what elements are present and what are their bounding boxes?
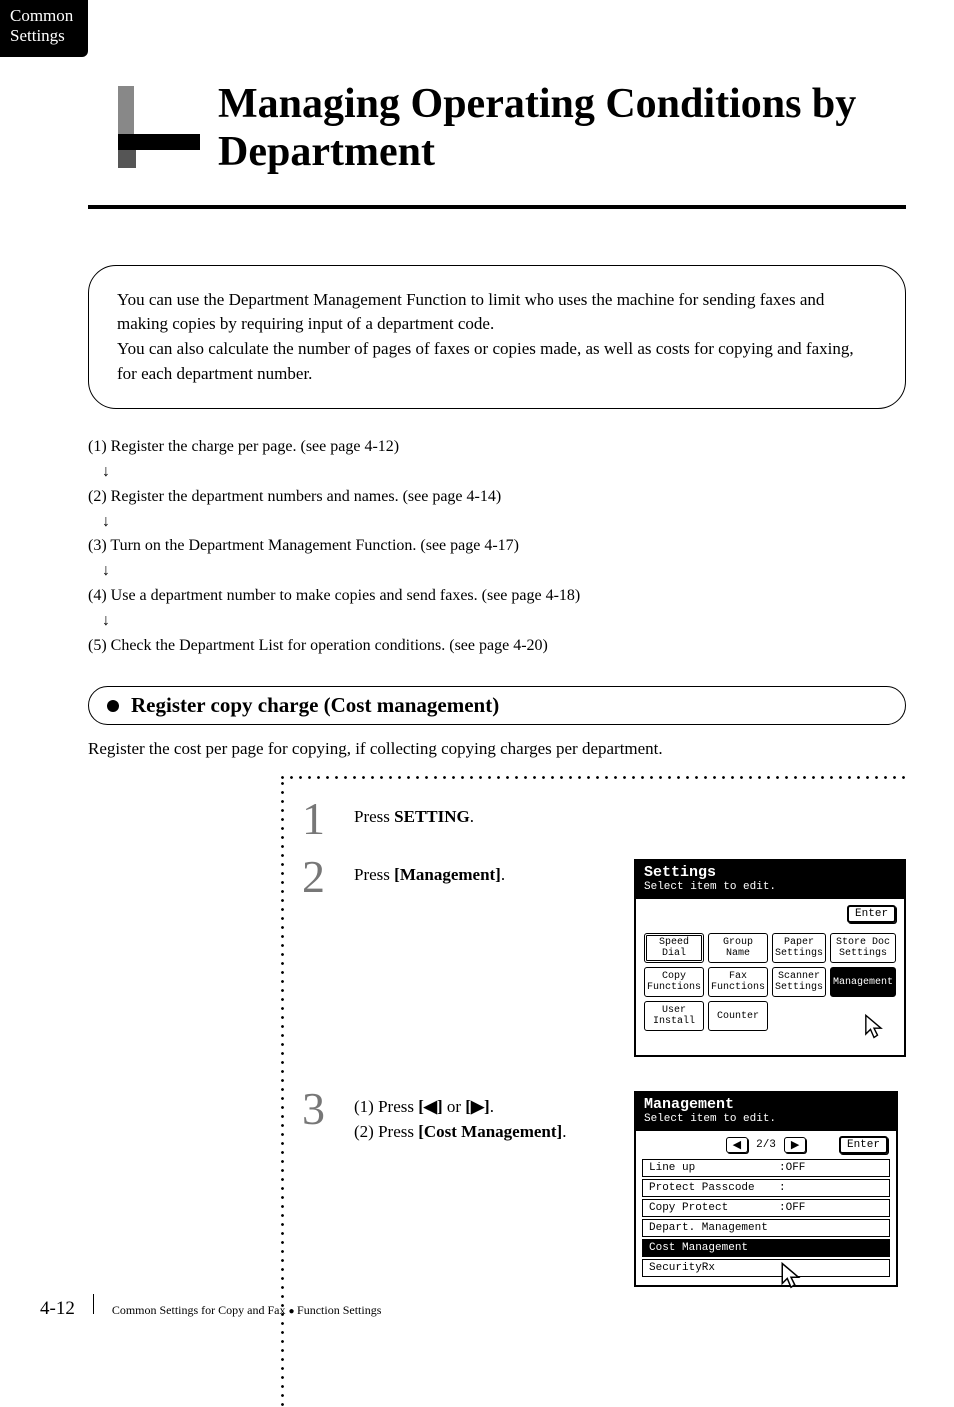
outline-item: (3) Turn on the Department Management Fu…: [88, 534, 906, 559]
prev-button[interactable]: ◀: [726, 1137, 748, 1153]
settings-screen: Settings Select item to edit. Enter Spee…: [634, 859, 906, 1057]
page-content: Managing Operating Conditions by Departm…: [0, 0, 954, 1407]
step-text: Press SETTING.: [354, 801, 634, 830]
tab-line-1: Common: [10, 6, 73, 25]
fax-functions-button[interactable]: Fax Functions: [708, 967, 768, 997]
counter-button[interactable]: Counter: [708, 1001, 768, 1031]
screen-subtitle-text: Select item to edit.: [644, 881, 896, 893]
outline-list: (1) Register the charge per page. (see p…: [88, 435, 906, 658]
outline-arrow: ↓: [88, 609, 906, 634]
page-title: Managing Operating Conditions by Departm…: [218, 80, 906, 177]
management-list: Line up :OFF Protect Passcode : Copy Pro…: [636, 1159, 896, 1277]
list-item[interactable]: Depart. Management: [642, 1219, 890, 1237]
settings-button-grid: Speed Dial Group Name Paper Settings Sto…: [644, 933, 896, 1031]
list-item[interactable]: SecurityRx: [642, 1259, 890, 1277]
screen-subtitle-text: Select item to edit.: [644, 1113, 888, 1125]
next-button[interactable]: ▶: [784, 1137, 806, 1153]
outline-item: (2) Register the department numbers and …: [88, 485, 906, 510]
section-heading: Register copy charge (Cost management): [88, 686, 906, 725]
step-1: 1 Press SETTING.: [278, 801, 906, 841]
screen-title-text: Settings: [644, 864, 716, 881]
corner-icon: [118, 86, 200, 168]
management-button[interactable]: Management: [830, 967, 896, 997]
step-number: 2: [302, 859, 354, 896]
screen-titlebar: Management Select item to edit.: [636, 1093, 896, 1131]
title-block: Managing Operating Conditions by Departm…: [118, 80, 906, 177]
pointer-icon: [860, 1013, 888, 1041]
page-indicator: 2/3: [756, 1139, 776, 1151]
screen-title-text: Management: [644, 1096, 734, 1113]
tab-line-2: Settings: [10, 26, 65, 45]
step-text: (1) Press [◀] or [▶]. (2) Press [Cost Ma…: [354, 1091, 634, 1144]
outline-arrow: ↓: [88, 559, 906, 584]
bullet-icon: ●: [289, 1306, 298, 1317]
outline-item: (1) Register the charge per page. (see p…: [88, 435, 906, 460]
step-number: 1: [302, 801, 354, 838]
divider: [88, 205, 906, 209]
outline-item: (4) Use a department number to make copi…: [88, 584, 906, 609]
footer-text: Common Settings for Copy and Fax ● Funct…: [112, 1303, 382, 1318]
outline-arrow: ↓: [88, 460, 906, 485]
step-2: 2 Press [Management]. Settings Select it…: [278, 859, 906, 1057]
pager-row: ◀ 2/3 ▶ Enter: [636, 1131, 896, 1157]
step-text: Press [Management].: [354, 859, 634, 888]
intro-text: You can use the Department Management Fu…: [117, 290, 854, 383]
pointer-icon: [776, 1261, 806, 1291]
speed-dial-button[interactable]: Speed Dial: [644, 933, 704, 963]
page-number: 4-12: [40, 1298, 75, 1320]
enter-button[interactable]: Enter: [847, 905, 896, 923]
group-name-button[interactable]: Group Name: [708, 933, 768, 963]
management-screen: Management Select item to edit. ◀ 2/3 ▶ …: [634, 1091, 898, 1287]
section-intro: Register the cost per page for copying, …: [88, 739, 906, 759]
copy-functions-button[interactable]: Copy Functions: [644, 967, 704, 997]
screen-titlebar: Settings Select item to edit.: [636, 861, 904, 899]
list-item-selected[interactable]: Cost Management: [642, 1239, 890, 1257]
outline-item: (5) Check the Department List for operat…: [88, 634, 906, 659]
scanner-settings-button[interactable]: Scanner Settings: [772, 967, 826, 997]
side-tab: Common Settings: [0, 0, 88, 57]
paper-settings-button[interactable]: Paper Settings: [772, 933, 826, 963]
enter-button[interactable]: Enter: [839, 1136, 888, 1154]
bullet-icon: [107, 700, 119, 712]
list-item[interactable]: Copy Protect :OFF: [642, 1199, 890, 1217]
store-doc-settings-button[interactable]: Store Doc Settings: [830, 933, 896, 963]
page-footer: 4-12 Common Settings for Copy and Fax ● …: [40, 1294, 381, 1320]
user-install-button[interactable]: User Install: [644, 1001, 704, 1031]
list-item[interactable]: Line up :OFF: [642, 1159, 890, 1177]
step-number: 3: [302, 1091, 354, 1128]
list-item[interactable]: Protect Passcode :: [642, 1179, 890, 1197]
section-heading-text: Register copy charge (Cost management): [131, 693, 499, 718]
step-3: 3 (1) Press [◀] or [▶]. (2) Press [Cost …: [278, 1091, 906, 1287]
outline-arrow: ↓: [88, 510, 906, 535]
intro-box: You can use the Department Management Fu…: [88, 265, 906, 410]
